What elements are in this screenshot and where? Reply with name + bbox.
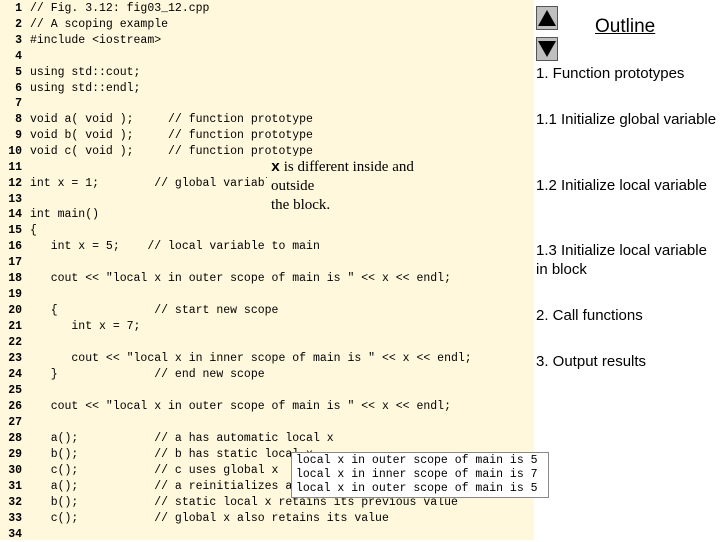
code-line: // Fig. 3.12: fig03_12.cpp bbox=[30, 2, 210, 15]
outline-title[interactable]: Outline bbox=[595, 16, 655, 38]
code-line: cout << "local x in outer scope of main … bbox=[30, 400, 451, 413]
line-number: 11 bbox=[8, 161, 22, 174]
code-line: c(); // global x also retains its value bbox=[30, 512, 389, 525]
output-line: local x in outer scope of main is 5 bbox=[296, 482, 538, 495]
code-line: { // start new scope bbox=[30, 304, 279, 317]
line-number: 31 bbox=[8, 480, 22, 493]
code-line: b(); // b has static local x bbox=[30, 448, 313, 461]
outline-item: 3. Output results bbox=[536, 353, 647, 370]
line-number: 17 bbox=[8, 256, 22, 269]
line-number: 9 bbox=[15, 129, 22, 142]
line-number: 8 bbox=[15, 113, 22, 126]
code-line: void a( void ); // function prototype bbox=[30, 113, 313, 126]
line-number: 29 bbox=[8, 448, 22, 461]
code-line: void b( void ); // function prototype bbox=[30, 129, 313, 142]
line-number: 27 bbox=[8, 416, 22, 429]
next-slide-button[interactable] bbox=[536, 37, 558, 61]
code-line: #include <iostream> bbox=[30, 34, 162, 47]
line-number: 5 bbox=[15, 66, 22, 79]
code-line: } // end new scope bbox=[30, 368, 265, 381]
line-number: 25 bbox=[8, 384, 22, 397]
line-number: 32 bbox=[8, 496, 22, 509]
line-number: 12 bbox=[8, 177, 22, 190]
line-number: 28 bbox=[8, 432, 22, 445]
code-line: int x = 7; bbox=[30, 320, 141, 333]
program-output: local x in outer scope of main is 5 loca… bbox=[291, 452, 549, 498]
line-number: 16 bbox=[8, 240, 22, 253]
code-line: b(); // static local x retains its previ… bbox=[30, 496, 458, 509]
triangle-down-icon bbox=[538, 41, 556, 57]
outline-item: 1. Function prototypes bbox=[536, 65, 685, 82]
outline-item: 1.3 Initialize local variable in block bbox=[536, 242, 707, 278]
callout-text-line2: the block. bbox=[271, 197, 331, 213]
previous-slide-button[interactable] bbox=[536, 6, 558, 30]
outline-item: 2. Call functions bbox=[536, 307, 643, 324]
code-line: cout << "local x in inner scope of main … bbox=[30, 352, 472, 365]
code-line: int x = 5; // local variable to main bbox=[30, 240, 320, 253]
code-line: int main() bbox=[30, 208, 100, 221]
line-number: 33 bbox=[8, 512, 22, 525]
line-number: 26 bbox=[8, 400, 22, 413]
outline-item: 1.2 Initialize local variable bbox=[536, 177, 707, 194]
code-line: cout << "local x in outer scope of main … bbox=[30, 272, 451, 285]
line-number: 18 bbox=[8, 272, 22, 285]
code-line: using std::endl; bbox=[30, 82, 141, 95]
line-number: 15 bbox=[8, 224, 22, 237]
line-number: 2 bbox=[15, 18, 22, 31]
code-line: c(); // c uses global x bbox=[30, 464, 279, 477]
code-line: a(); // a has automatic local x bbox=[30, 432, 334, 445]
code-line: { bbox=[30, 224, 37, 237]
line-number: 20 bbox=[8, 304, 22, 317]
line-number: 10 bbox=[8, 145, 22, 158]
line-number: 30 bbox=[8, 464, 22, 477]
line-number: 23 bbox=[8, 352, 22, 365]
callout-text-line1: is different inside and outside bbox=[271, 159, 414, 194]
callout-variable: x bbox=[271, 159, 281, 176]
line-number: 13 bbox=[8, 193, 22, 206]
line-number: 4 bbox=[15, 50, 22, 63]
line-number: 21 bbox=[8, 320, 22, 333]
line-number: 3 bbox=[15, 34, 22, 47]
line-number: 22 bbox=[8, 336, 22, 349]
outline-item: 1.1 Initialize global variable bbox=[536, 111, 717, 128]
line-number: 24 bbox=[8, 368, 22, 381]
line-number: 6 bbox=[15, 82, 22, 95]
scope-callout: x is different inside and outside the bl… bbox=[267, 156, 463, 213]
line-number: 7 bbox=[15, 97, 22, 110]
code-line: using std::cout; bbox=[30, 66, 141, 79]
line-number: 1 bbox=[15, 2, 22, 15]
code-line: // A scoping example bbox=[30, 18, 169, 31]
output-line: local x in inner scope of main is 7 bbox=[296, 468, 538, 481]
line-number: 14 bbox=[8, 208, 22, 221]
triangle-up-icon bbox=[538, 10, 556, 26]
line-number: 19 bbox=[8, 288, 22, 301]
output-line: local x in outer scope of main is 5 bbox=[296, 454, 538, 467]
code-line: int x = 1; // global variable bbox=[30, 177, 279, 190]
